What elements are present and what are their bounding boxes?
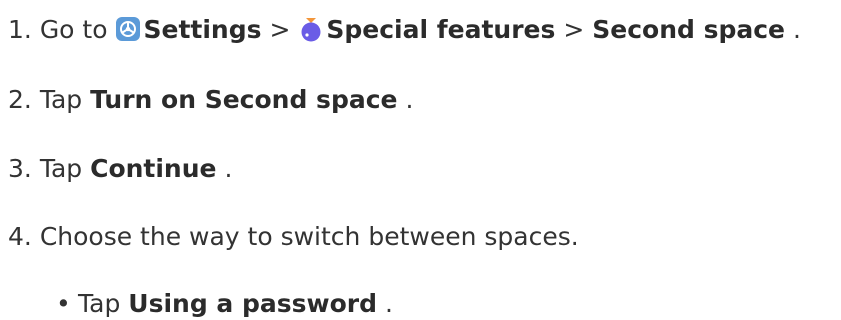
- step-target: Using a password: [128, 289, 378, 318]
- step-end: .: [384, 289, 393, 318]
- step-text: Tap: [78, 289, 121, 318]
- instruction-steps: 1. Go to Settings > Special features > S…: [0, 0, 841, 318]
- step-number: 2.: [8, 85, 32, 114]
- settings-icon: [115, 16, 141, 42]
- step-4: 4. Choose the way to switch between spac…: [8, 221, 579, 253]
- step-1: 1. Go to Settings > Special features > S…: [8, 14, 801, 46]
- step-2: 2. Tap Turn on Second space .: [8, 84, 413, 116]
- path-separator: >: [269, 15, 291, 44]
- bullet: •: [56, 289, 71, 318]
- step-number: 4.: [8, 222, 32, 251]
- step-target: Turn on Second space: [90, 85, 398, 114]
- special-features-label: Special features: [326, 15, 556, 44]
- path-separator: >: [563, 15, 585, 44]
- step-text: Choose the way to switch between spaces.: [39, 222, 579, 251]
- step-number: 3.: [8, 154, 32, 183]
- special-features-icon: [298, 16, 324, 42]
- step-3: 3. Tap Continue .: [8, 153, 232, 185]
- step-end: .: [405, 85, 414, 114]
- step-text: Go to: [39, 15, 108, 44]
- step-target: Continue: [90, 154, 217, 183]
- step-number: 1.: [8, 15, 32, 44]
- second-space-label: Second space: [592, 15, 786, 44]
- settings-label: Settings: [143, 15, 262, 44]
- step-text: Tap: [39, 154, 83, 183]
- step-end: .: [224, 154, 233, 183]
- substep-1: • Tap Using a password .: [56, 288, 393, 320]
- step-end: .: [792, 15, 801, 44]
- step-text: Tap: [39, 85, 83, 114]
